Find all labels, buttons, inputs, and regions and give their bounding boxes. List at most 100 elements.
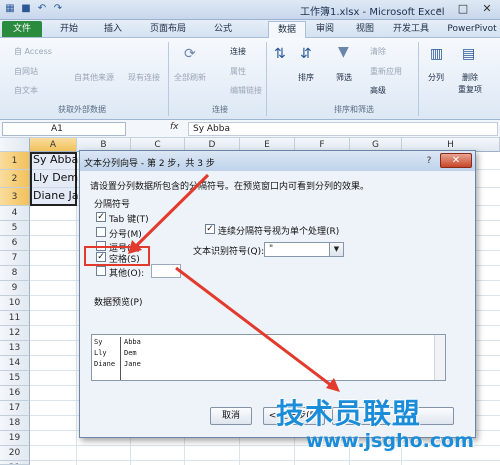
dialog-close-button[interactable]: ✕ [440, 153, 472, 168]
watermark-url: www.jsgho.com [306, 430, 474, 452]
connections-button[interactable]: 连接 [230, 46, 246, 57]
from-web-button[interactable]: 自网站 [14, 66, 38, 77]
row-header[interactable]: 4 [0, 206, 30, 221]
data-preview-pane[interactable]: Sy Abba Lly Dem Diane Jane [91, 334, 446, 381]
preview-cell: Sy [94, 338, 103, 346]
other-checkbox-label: 其他(O): [109, 269, 145, 279]
text-qualifier-select[interactable]: " ▼ [264, 242, 344, 257]
tab-home[interactable]: 开始 [52, 21, 86, 37]
row-header[interactable]: 15 [0, 371, 30, 386]
preview-cell: Jane [124, 360, 141, 368]
tab-checkbox[interactable]: ✓ [96, 212, 106, 222]
minimize-button[interactable]: – [428, 1, 450, 17]
maximize-button[interactable]: □ [452, 1, 474, 17]
preview-cell: Dem [124, 349, 137, 357]
text-qualifier-value: " [269, 244, 274, 254]
column-header[interactable]: A [30, 138, 77, 152]
remove-duplicates-button-line2: 重复项 [458, 85, 482, 94]
select-all-corner[interactable] [0, 138, 30, 152]
advanced-button[interactable]: 高级 [370, 85, 386, 96]
from-other-sources-button[interactable]: 自其他来源 [74, 72, 114, 83]
preview-cell: Abba [124, 338, 141, 346]
help-icon[interactable]: ? [422, 155, 436, 167]
row-header[interactable]: 9 [0, 281, 30, 296]
row-header[interactable]: 11 [0, 311, 30, 326]
tab-powerpivot[interactable]: PowerPivot [444, 21, 500, 37]
cell-a1[interactable]: Sy Abba [33, 153, 78, 166]
text-to-columns-button[interactable]: 分列 [428, 72, 444, 83]
excel-logo-icon: ▦ [5, 3, 15, 14]
sort-az-icon[interactable]: ⇅ [274, 46, 286, 62]
tab-review[interactable]: 审阅 [308, 21, 342, 37]
remove-duplicates-icon: ▤ [462, 46, 476, 62]
row-header[interactable]: 5 [0, 221, 30, 236]
edit-links-button[interactable]: 编辑链接 [230, 85, 262, 96]
filter-icon: ▼ [338, 44, 349, 60]
preview-scrollbar[interactable] [434, 335, 445, 380]
other-checkbox[interactable] [96, 266, 106, 276]
redo-icon[interactable]: ↷ [52, 3, 64, 15]
consecutive-delimiters-checkbox[interactable]: ✓ [205, 224, 215, 234]
row-header[interactable]: 8 [0, 266, 30, 281]
ribbon-tab-bar: 文件 开始 插入 页面布局 公式 数据 审阅 视图 开发工具 PowerPivo… [0, 20, 500, 38]
dialog-instruction: 请设置分列数据所包含的分隔符号。在预览窗口内可看到分列的效果。 [90, 182, 370, 192]
tab-data[interactable]: 数据 [268, 21, 306, 38]
name-box[interactable]: A1 [2, 122, 126, 136]
row-header[interactable]: 2 [0, 170, 30, 188]
cancel-button[interactable]: 取消 [210, 407, 252, 425]
ribbon-divider [266, 42, 267, 116]
row-header[interactable]: 10 [0, 296, 30, 311]
insert-function-icon[interactable]: fx [170, 122, 179, 132]
tab-insert[interactable]: 插入 [96, 21, 130, 37]
sort-button[interactable]: 排序 [298, 72, 314, 83]
row-header[interactable]: 1 [0, 152, 30, 170]
existing-connections-button[interactable]: 现有连接 [128, 72, 160, 83]
undo-icon[interactable]: ↶ [36, 3, 48, 15]
tab-formulas[interactable]: 公式 [206, 21, 240, 37]
remove-duplicates-button[interactable]: 删除 [462, 72, 478, 83]
filter-button[interactable]: 筛选 [336, 72, 352, 83]
properties-button[interactable]: 属性 [230, 66, 246, 77]
dialog-title-bar[interactable]: 文本分列向导 - 第 2 步，共 3 步 ? ✕ [80, 151, 475, 171]
row-header[interactable]: 18 [0, 416, 30, 431]
grid-line [30, 460, 500, 461]
reapply-button[interactable]: 重新应用 [370, 66, 402, 77]
tab-file[interactable]: 文件 [2, 21, 42, 37]
clear-button[interactable]: 清除 [370, 46, 386, 57]
row-header[interactable]: 17 [0, 401, 30, 416]
row-header[interactable]: 21 [0, 461, 30, 465]
row-header[interactable]: 19 [0, 431, 30, 446]
column-break-line [120, 337, 121, 380]
tab-checkbox-label: Tab 键(T) [109, 215, 149, 225]
close-window-button[interactable]: ✕ [476, 1, 498, 17]
row-header[interactable]: 6 [0, 236, 30, 251]
tab-page-layout[interactable]: 页面布局 [140, 21, 196, 37]
watermark-text: 技术员联盟 [276, 397, 422, 430]
space-highlight-box [84, 246, 150, 266]
title-bar: ▦ ■ ↶ ↷ 工作簿1.xlsx - Microsoft Excel – □ … [0, 0, 500, 20]
cell-a2[interactable]: Lly Dem [33, 171, 78, 184]
ribbon-data: 自 Access 自网站 自文本 自其他来源 现有连接 获取外部数据 ⟳ 全部刷… [0, 38, 500, 120]
row-header[interactable]: 20 [0, 446, 30, 461]
tab-view[interactable]: 视图 [348, 21, 382, 37]
formula-input[interactable]: Sy Abba [188, 122, 498, 136]
row-header[interactable]: 3 [0, 188, 30, 206]
from-text-button[interactable]: 自文本 [14, 85, 38, 96]
from-access-button[interactable]: 自 Access [14, 46, 52, 57]
sort-icon: ⇵ [300, 46, 312, 62]
refresh-all-button[interactable]: 全部刷新 [174, 72, 206, 83]
semicolon-checkbox[interactable] [96, 227, 106, 237]
preview-cell: Lly [94, 349, 107, 357]
save-icon[interactable]: ■ [20, 3, 32, 15]
tab-developer[interactable]: 开发工具 [388, 21, 434, 37]
chevron-down-icon[interactable]: ▼ [329, 243, 343, 256]
row-header[interactable]: 12 [0, 326, 30, 341]
row-header[interactable]: 14 [0, 356, 30, 371]
other-delimiter-input[interactable] [151, 264, 181, 278]
row-header[interactable]: 7 [0, 251, 30, 266]
row-header[interactable]: 16 [0, 386, 30, 401]
cell-a3[interactable]: Diane Ja [33, 189, 79, 202]
row-header[interactable]: 13 [0, 341, 30, 356]
data-preview-label: 数据预览(P) [94, 298, 143, 308]
consecutive-delimiters-label: 连续分隔符号视为单个处理(R) [218, 227, 340, 237]
